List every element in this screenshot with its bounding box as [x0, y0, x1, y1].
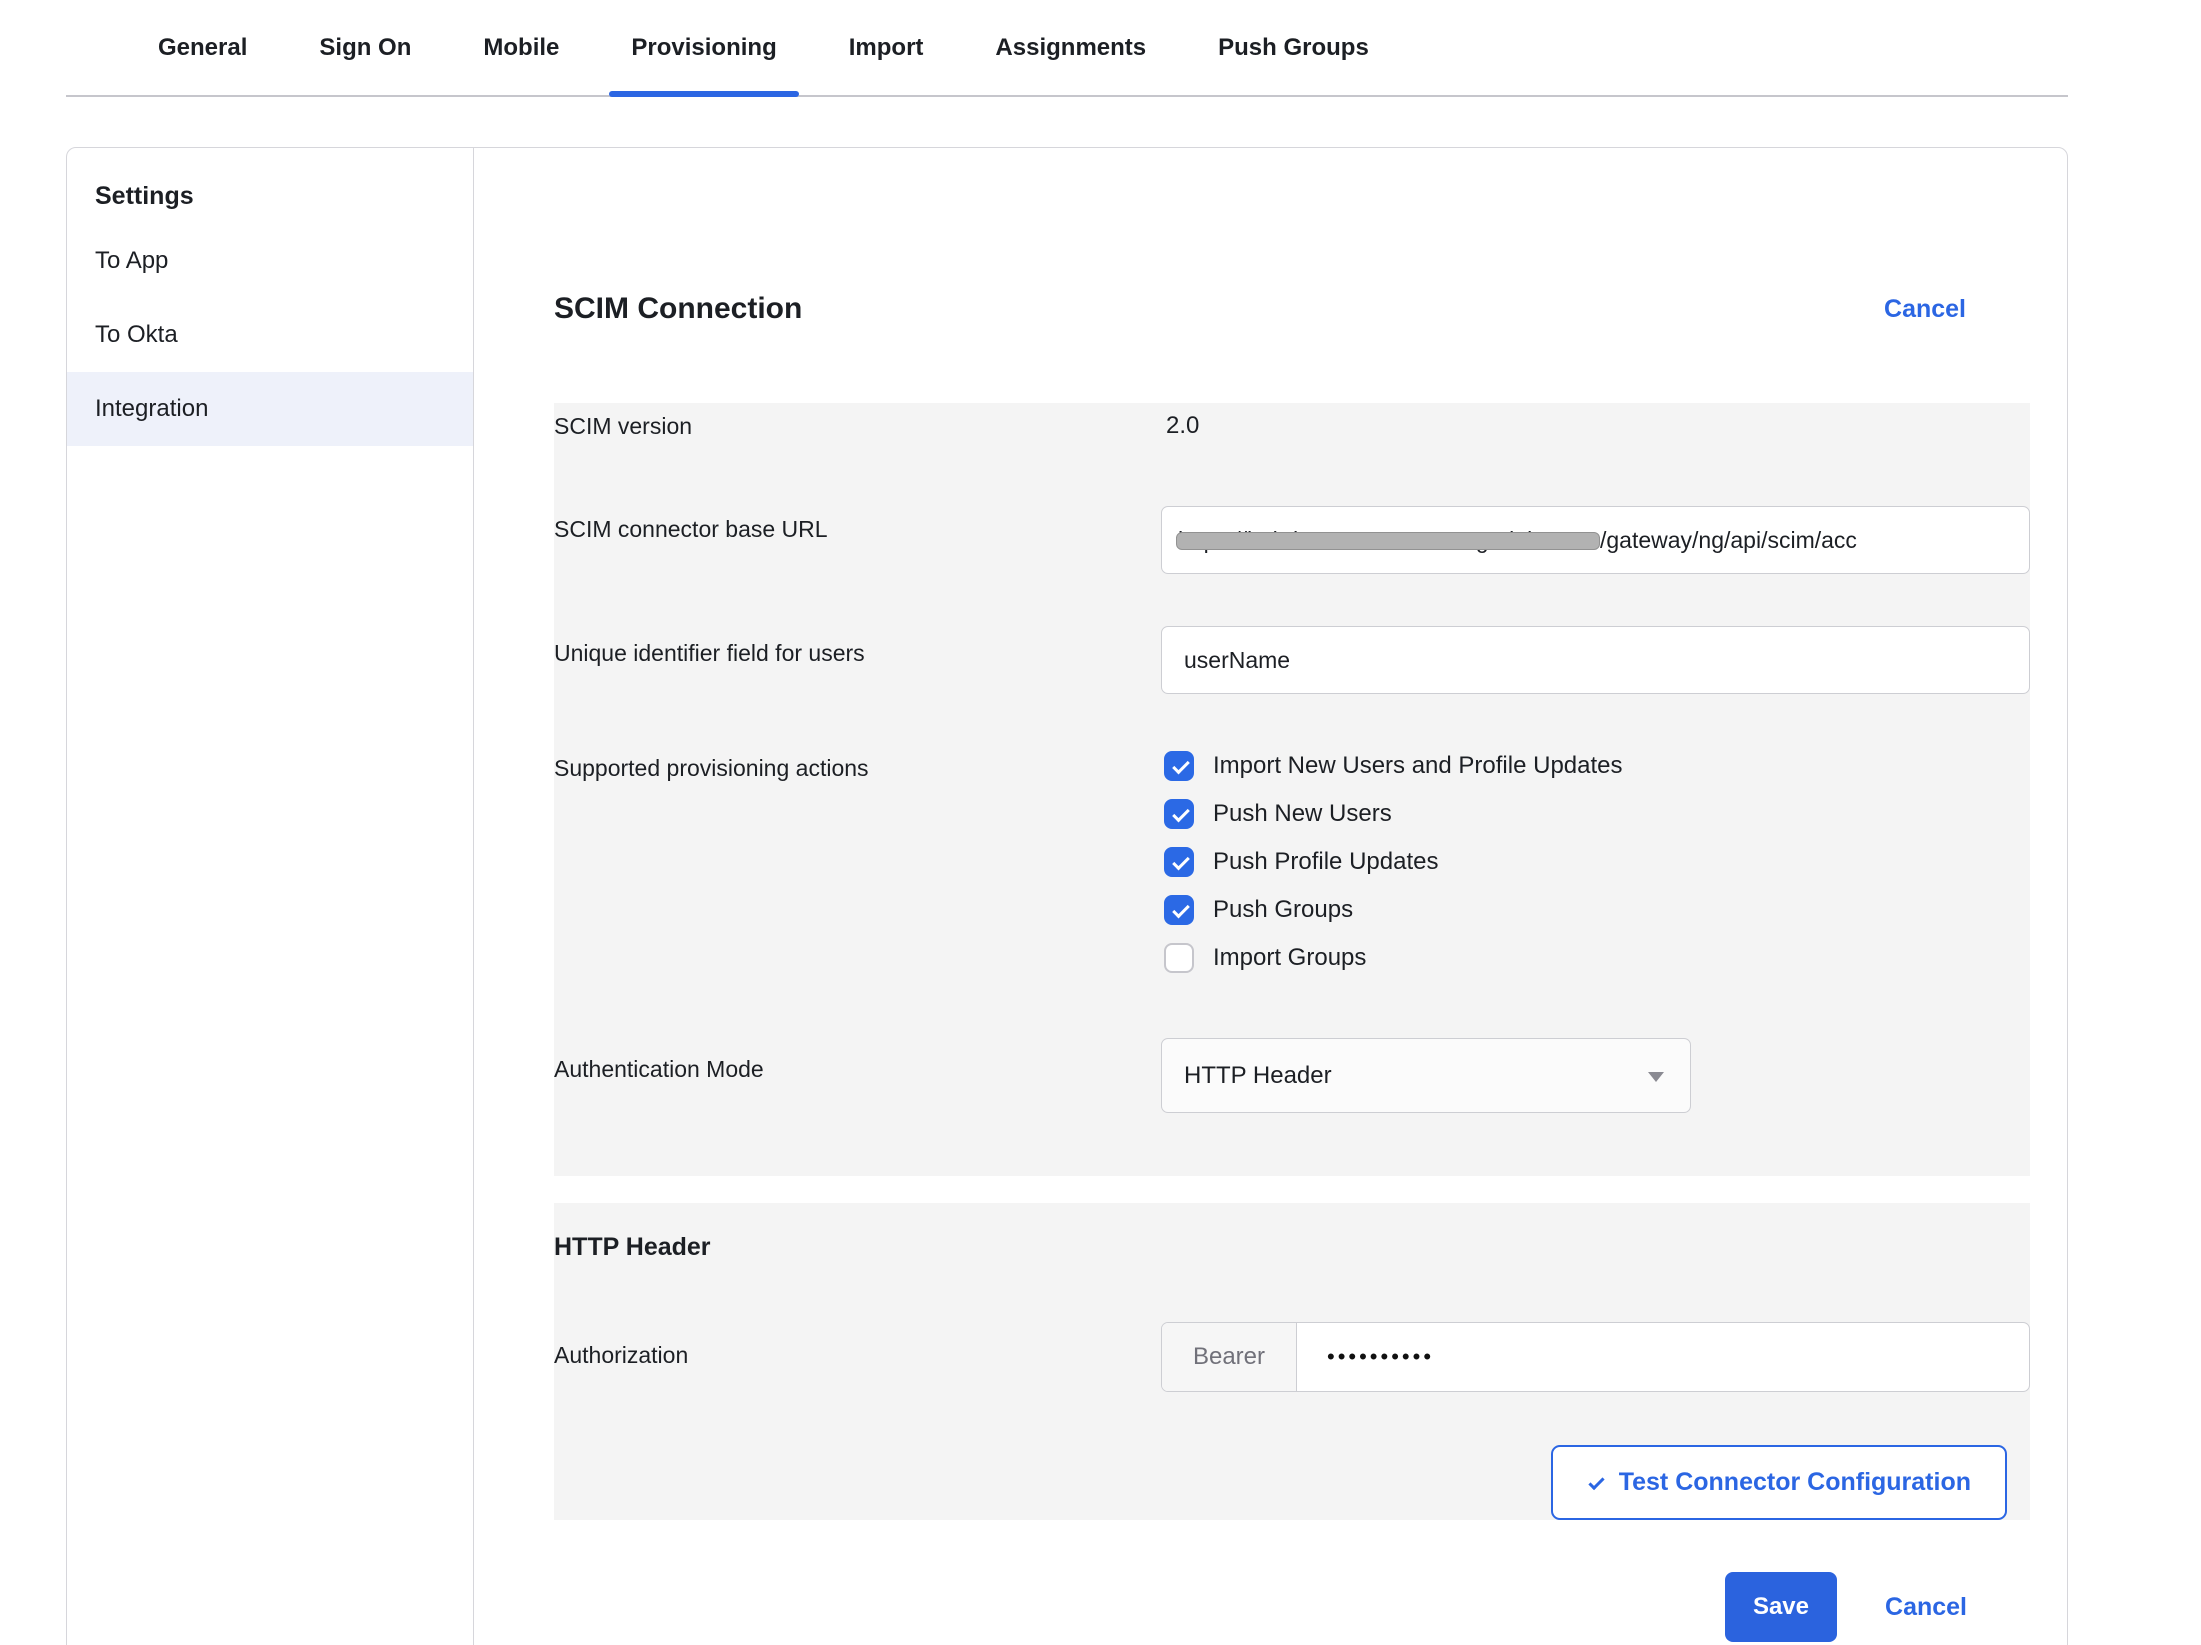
- test-connector-button[interactable]: Test Connector Configuration: [1551, 1445, 2007, 1520]
- main-content: SCIM Connection Cancel SCIM version 2.0 …: [474, 148, 2067, 1645]
- checkbox-import-new-users[interactable]: [1164, 751, 1194, 781]
- bearer-prefix: Bearer: [1162, 1323, 1297, 1391]
- provisioning-actions-row: Supported provisioning actions Import Ne…: [554, 751, 2030, 991]
- checkbox-label: Push Profile Updates: [1213, 848, 1438, 876]
- provisioning-settings-screen: General Sign On Mobile Provisioning Impo…: [0, 0, 2201, 1645]
- auth-mode-select[interactable]: HTTP Header: [1161, 1038, 1691, 1113]
- scim-version-label: SCIM version: [554, 413, 1161, 440]
- header-cancel-link[interactable]: Cancel: [1884, 295, 1966, 324]
- sidebar-title: Settings: [67, 168, 473, 224]
- http-header-title: HTTP Header: [554, 1225, 2030, 1262]
- checkbox-row-import-groups[interactable]: Import Groups: [1161, 943, 2030, 973]
- tab-import[interactable]: Import: [827, 0, 946, 95]
- checkbox-push-groups[interactable]: [1164, 895, 1194, 925]
- unique-id-input[interactable]: userName: [1161, 626, 2030, 694]
- page-title: SCIM Connection: [554, 292, 802, 326]
- footer-cancel-link[interactable]: Cancel: [1885, 1593, 1967, 1622]
- auth-mode-row: Authentication Mode HTTP Header: [554, 1038, 2030, 1113]
- scim-version-value: 2.0: [1161, 412, 1199, 439]
- tab-assignments[interactable]: Assignments: [973, 0, 1168, 95]
- checkbox-row-push-groups[interactable]: Push Groups: [1161, 895, 2030, 925]
- tab-sign-on[interactable]: Sign On: [297, 0, 433, 95]
- unique-id-value: userName: [1184, 647, 1290, 674]
- authorization-label: Authorization: [554, 1322, 1161, 1392]
- checkbox-label: Import New Users and Profile Updates: [1213, 752, 1623, 780]
- checkbox-row-import-new-users[interactable]: Import New Users and Profile Updates: [1161, 751, 2030, 781]
- authorization-input-group: Bearer ••••••••••: [1161, 1322, 2030, 1392]
- page-header: SCIM Connection Cancel: [554, 289, 2030, 329]
- checkbox-label: Push New Users: [1213, 800, 1392, 828]
- tab-general[interactable]: General: [136, 0, 269, 95]
- tab-mobile[interactable]: Mobile: [461, 0, 581, 95]
- http-header-panel: HTTP Header Authorization Bearer •••••••…: [554, 1203, 2030, 1520]
- auth-mode-selected-value: HTTP Header: [1184, 1062, 1332, 1090]
- checkbox-label: Push Groups: [1213, 896, 1353, 924]
- checkbox-import-groups[interactable]: [1164, 943, 1194, 973]
- app-tabbar: General Sign On Mobile Provisioning Impo…: [66, 0, 2068, 97]
- test-connector-row: Test Connector Configuration: [554, 1445, 2030, 1520]
- authorization-row: Authorization Bearer ••••••••••: [554, 1322, 2030, 1392]
- scim-connection-panel: SCIM version 2.0 SCIM connector base URL…: [554, 403, 2030, 1176]
- checkbox-row-push-profile-updates[interactable]: Push Profile Updates: [1161, 847, 2030, 877]
- base-url-visible-text: /gateway/ng/api/scim/acc: [1600, 527, 1857, 554]
- chevron-down-icon: [1648, 1072, 1664, 1082]
- unique-id-label: Unique identifier field for users: [554, 626, 1161, 694]
- base-url-label: SCIM connector base URL: [554, 506, 1161, 574]
- settings-sidebar: Settings To App To Okta Integration: [67, 148, 474, 1645]
- tab-provisioning[interactable]: Provisioning: [609, 0, 798, 95]
- save-button[interactable]: Save: [1725, 1572, 1837, 1642]
- sidebar-item-to-okta[interactable]: To Okta: [67, 298, 473, 372]
- test-connector-label: Test Connector Configuration: [1619, 1468, 1971, 1497]
- form-footer: Save Cancel: [554, 1572, 2030, 1642]
- base-url-input[interactable]: https://h5hd-195-19-67-148.ngrok.io/gate…: [1161, 506, 2030, 574]
- sidebar-item-to-app[interactable]: To App: [67, 224, 473, 298]
- checkbox-label: Import Groups: [1213, 944, 1366, 972]
- provisioning-card: Settings To App To Okta Integration SCIM…: [66, 147, 2068, 1645]
- scim-version-row: SCIM version 2.0: [554, 411, 2030, 441]
- check-icon: [1587, 1474, 1605, 1492]
- provisioning-actions-label: Supported provisioning actions: [554, 751, 1161, 991]
- base-url-redacted-text: https://h5hd-195-19-67-148.ngrok.io: [1178, 527, 1600, 554]
- unique-id-row: Unique identifier field for users userNa…: [554, 626, 2030, 694]
- base-url-row: SCIM connector base URL https://h5hd-195…: [554, 506, 2030, 574]
- tab-push-groups[interactable]: Push Groups: [1196, 0, 1391, 95]
- checkbox-push-profile-updates[interactable]: [1164, 847, 1194, 877]
- auth-mode-label: Authentication Mode: [554, 1038, 1161, 1113]
- checkbox-push-new-users[interactable]: [1164, 799, 1194, 829]
- authorization-token-input[interactable]: ••••••••••: [1297, 1323, 2029, 1391]
- checkbox-row-push-new-users[interactable]: Push New Users: [1161, 799, 2030, 829]
- sidebar-item-integration[interactable]: Integration: [67, 372, 473, 446]
